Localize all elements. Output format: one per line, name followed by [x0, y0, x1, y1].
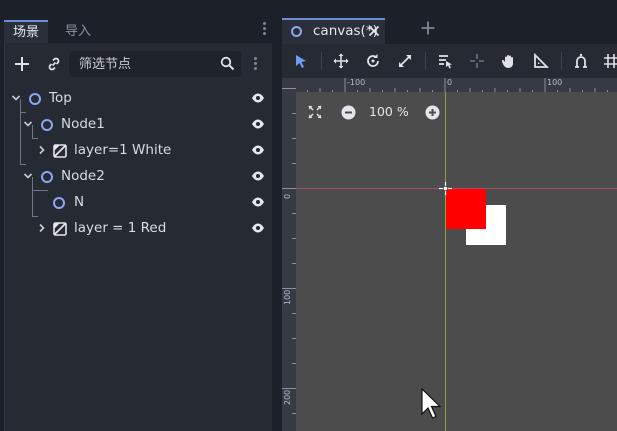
move-icon: [333, 53, 349, 69]
smart-snap-button[interactable]: [571, 51, 591, 71]
pan-hand-icon: [501, 55, 513, 68]
instance-scene-button[interactable]: [43, 53, 65, 75]
canvas-editor: canvas(*) -100 0 100 0 100 200 100 %: [277, 0, 617, 431]
ruler-label: 100: [283, 289, 292, 305]
search-icon: [220, 56, 235, 71]
tab-canvas[interactable]: canvas(*): [282, 18, 385, 44]
pivot-icon: [470, 54, 484, 68]
scene-panel: Top Node1 layer=1 White Node2: [4, 43, 272, 431]
chevron-right-icon[interactable]: [37, 221, 47, 235]
grid-snap-button[interactable]: [601, 51, 617, 71]
plus-icon: [15, 57, 29, 71]
tree-item-label: Node1: [61, 116, 105, 132]
eye-icon[interactable]: [251, 170, 265, 182]
tree-item-label: Node2: [61, 168, 105, 184]
filter-box: [69, 51, 241, 77]
tree-item-label: layer=1 White: [74, 142, 172, 158]
tree-item-node2[interactable]: Node2: [5, 164, 273, 190]
move-tool-button[interactable]: [331, 51, 351, 71]
pan-tool-button[interactable]: [499, 51, 519, 71]
ruler-vertical[interactable]: 0 100 200: [282, 78, 296, 431]
eye-icon[interactable]: [251, 196, 265, 208]
tab-scene[interactable]: 场景: [4, 20, 49, 43]
rotate-icon: [367, 54, 379, 67]
chevron-down-icon[interactable]: [23, 117, 33, 131]
node-icon: [291, 26, 302, 37]
origin-crosshair-icon: [439, 182, 452, 195]
scene-dock: 场景 导入 筛选节点 Top Node1 layer=1 White Node2…: [0, 0, 273, 431]
filter-nodes-input[interactable]: [79, 51, 219, 77]
chevron-down-icon[interactable]: [11, 91, 21, 105]
mouse-cursor-icon: [421, 388, 442, 419]
tree-item-label: layer = 1 Red: [74, 220, 167, 236]
dock-tab-bar: 场景 导入: [0, 16, 273, 43]
zoom-controls: 100 %: [308, 101, 448, 123]
eye-icon[interactable]: [251, 92, 265, 104]
ruler-label: -100: [347, 78, 366, 87]
toolbar-separator: [321, 52, 322, 70]
toolbar-separator: [561, 52, 562, 70]
select-tool-button[interactable]: [291, 51, 311, 71]
tree-item-label: Top: [49, 90, 72, 106]
scale-tool-button[interactable]: [395, 51, 415, 71]
tab-import[interactable]: 导入: [56, 20, 100, 43]
ruler-ticks: [282, 88, 296, 414]
node-icon: [41, 171, 53, 183]
zoom-in-icon[interactable]: [425, 105, 440, 120]
link-icon: [48, 57, 60, 71]
tree-item-node1[interactable]: Node1: [5, 112, 273, 138]
close-icon[interactable]: [368, 25, 380, 37]
canvas-layer-icon: [53, 144, 67, 158]
dock-menu-icon[interactable]: [263, 22, 267, 36]
ruler-label: 100: [547, 78, 563, 87]
ruler-label: 0: [447, 78, 453, 87]
chevron-right-icon[interactable]: [37, 143, 47, 157]
ruler-tool-button[interactable]: [531, 51, 551, 71]
rotate-tool-button[interactable]: [363, 51, 383, 71]
tree-item-layer-white[interactable]: layer=1 White: [5, 138, 273, 164]
grid-snap-icon: [604, 54, 617, 68]
node-icon: [53, 197, 65, 209]
scene-toolbar: [5, 43, 273, 85]
canvas-viewport[interactable]: -100 0 100 0 100 200 100 %: [282, 78, 617, 431]
eye-icon[interactable]: [251, 144, 265, 156]
tree-item-top[interactable]: Top: [5, 86, 273, 112]
add-tab-button[interactable]: [420, 20, 436, 36]
vertical-dots-icon[interactable]: [254, 57, 258, 73]
red-rect[interactable]: [446, 189, 486, 229]
toolbar-separator: [425, 52, 426, 70]
list-select-icon: [439, 55, 452, 69]
canvas-layer-icon: [53, 222, 67, 236]
ruler-label: 0: [283, 193, 292, 199]
scene-tree: Top Node1 layer=1 White Node2 N layer = …: [5, 86, 273, 431]
ruler-label: 200: [283, 389, 292, 405]
chevron-down-icon[interactable]: [23, 169, 33, 183]
add-node-button[interactable]: [11, 53, 33, 75]
tree-item-layer-red[interactable]: layer = 1 Red: [5, 216, 273, 242]
pivot-tool-button[interactable]: [467, 51, 487, 71]
tree-item-n[interactable]: N: [5, 190, 273, 216]
tree-item-label: N: [74, 194, 85, 210]
zoom-out-icon[interactable]: [341, 105, 356, 120]
canvas-toolbar: [282, 44, 617, 78]
eye-icon[interactable]: [251, 118, 265, 130]
ruler-icon: [534, 53, 549, 68]
smart-snap-icon: [575, 53, 587, 68]
zoom-level[interactable]: 100 %: [369, 104, 409, 119]
scale-icon: [399, 55, 411, 67]
ruler-horizontal[interactable]: -100 0 100: [282, 78, 617, 92]
y-axis-line: [445, 92, 446, 431]
editor-tab-bar: canvas(*): [277, 16, 617, 44]
node-icon: [29, 93, 41, 105]
zoom-reset-icon[interactable]: [308, 105, 322, 119]
select-arrow-icon: [296, 54, 306, 68]
node-icon: [41, 119, 53, 131]
eye-icon[interactable]: [251, 222, 265, 234]
list-select-button[interactable]: [435, 51, 455, 71]
